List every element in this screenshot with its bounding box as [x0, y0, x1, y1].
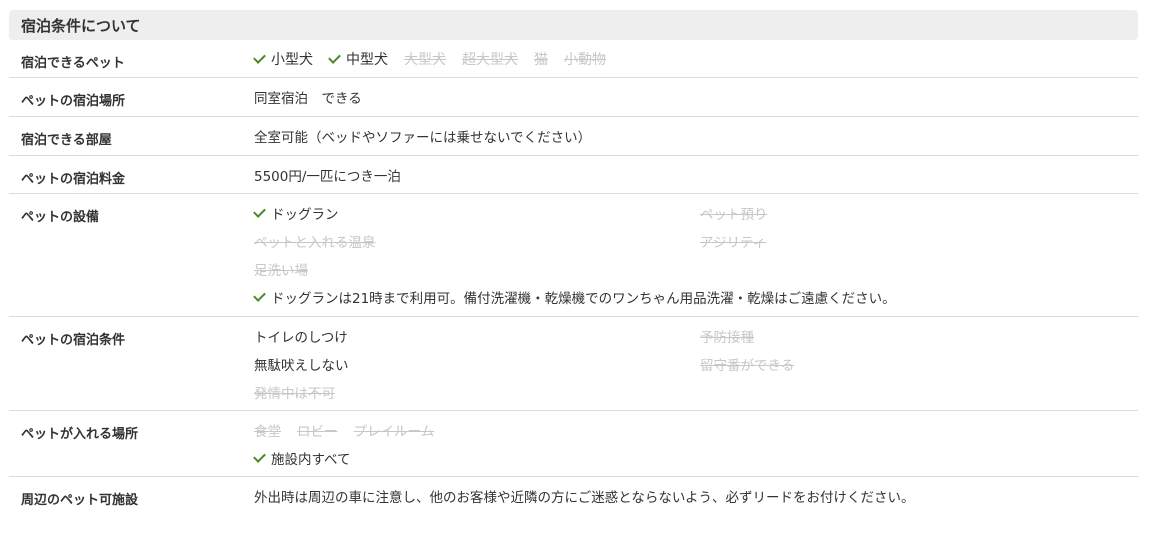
row-label: 宿泊できるペット — [21, 56, 125, 71]
facility-pet-onsen: ペットと入れる温泉 — [254, 235, 376, 251]
row-label: ペットが入れる場所 — [21, 427, 139, 442]
area-playroom: プレイルーム — [353, 424, 435, 440]
condition-no-heat: 発情中は不可 — [254, 386, 335, 402]
facility-note: ドッグランは21時まで利用可。備付洗濯機・乾燥機でのワンちゃん用品洗濯・乾燥はご… — [253, 283, 1138, 311]
row-label: 宿泊できる部屋 — [21, 133, 112, 148]
lodging-conditions-section: 宿泊条件について 宿泊できるペット 小型犬 中型犬 大型犬 超大型犬 猫 小動物… — [9, 10, 1138, 517]
row-pet-fee: ペットの宿泊料金 5500円/一匹につき一泊 — [9, 156, 1138, 194]
row-rooms: 宿泊できる部屋 全室可能（ベッドやソファーには乗せないでください） — [9, 117, 1138, 156]
check-icon — [253, 449, 266, 463]
row-pet-stay-place: ペットの宿泊場所 同室宿泊 できる — [9, 78, 1138, 117]
pet-stay-place-value: 同室宿泊 できる — [254, 91, 362, 107]
row-label: ペットの宿泊場所 — [21, 94, 126, 109]
facility-agility: アジリティ — [700, 235, 767, 251]
area-lobby: ロビー — [297, 424, 338, 440]
pet-cat: 猫 — [534, 52, 548, 68]
area-all-facility: 施設内すべて — [253, 444, 1138, 472]
row-facilities: ペットの設備 ドッグラン ペット預り ペットと入れる温泉 アジリティ 足洗い場 … — [9, 194, 1138, 317]
rooms-value: 全室可能（ベッドやソファーには乗せないでください） — [254, 130, 592, 146]
facility-pet-sitting: ペット預り — [700, 207, 768, 223]
pet-small-dog: 小型犬 — [253, 49, 313, 69]
pet-extra-large-dog: 超大型犬 — [462, 52, 518, 68]
pet-small-animal: 小動物 — [564, 52, 606, 68]
facility-dog-run: ドッグラン — [253, 199, 700, 227]
row-allowed-pets: 宿泊できるペット 小型犬 中型犬 大型犬 超大型犬 猫 小動物 — [9, 40, 1138, 78]
nearby-value: 外出時は周辺の車に注意し、他のお客様や近隣の方にご迷惑とならないよう、必ずリード… — [254, 490, 915, 506]
area-dining: 食堂 — [254, 424, 281, 440]
check-icon — [253, 288, 266, 302]
check-icon — [253, 50, 266, 64]
condition-no-barking: 無駄吠えしない — [254, 358, 349, 374]
condition-can-stay-alone: 留守番ができる — [700, 358, 795, 374]
row-pet-areas: ペットが入れる場所 食堂 ロビー プレイルーム 施設内すべて — [9, 411, 1138, 477]
check-icon — [253, 204, 266, 218]
pet-fee-value: 5500円/一匹につき一泊 — [254, 169, 401, 185]
row-label: ペットの設備 — [21, 210, 100, 225]
section-title: 宿泊条件について — [9, 10, 1138, 40]
check-icon — [328, 50, 341, 64]
row-label: ペットの宿泊条件 — [21, 333, 126, 348]
pet-large-dog: 大型犬 — [404, 52, 446, 68]
condition-vaccination: 予防接種 — [700, 330, 754, 346]
pet-medium-dog: 中型犬 — [328, 49, 388, 69]
condition-toilet-training: トイレのしつけ — [254, 330, 348, 346]
allowed-pets-list: 小型犬 中型犬 大型犬 超大型犬 猫 小動物 — [253, 40, 1138, 78]
facility-foot-wash: 足洗い場 — [254, 263, 308, 279]
row-label: ペットの宿泊料金 — [21, 172, 126, 187]
row-stay-conditions: ペットの宿泊条件 トイレのしつけ 予防接種 無駄吠えしない 留守番ができる 発情… — [9, 317, 1138, 411]
row-nearby-facilities: 周辺のペット可施設 外出時は周辺の車に注意し、他のお客様や近隣の方にご迷惑となら… — [9, 477, 1138, 517]
pet-areas-list: 食堂 ロビー プレイルーム — [254, 416, 1138, 444]
row-label: 周辺のペット可施設 — [21, 493, 139, 508]
